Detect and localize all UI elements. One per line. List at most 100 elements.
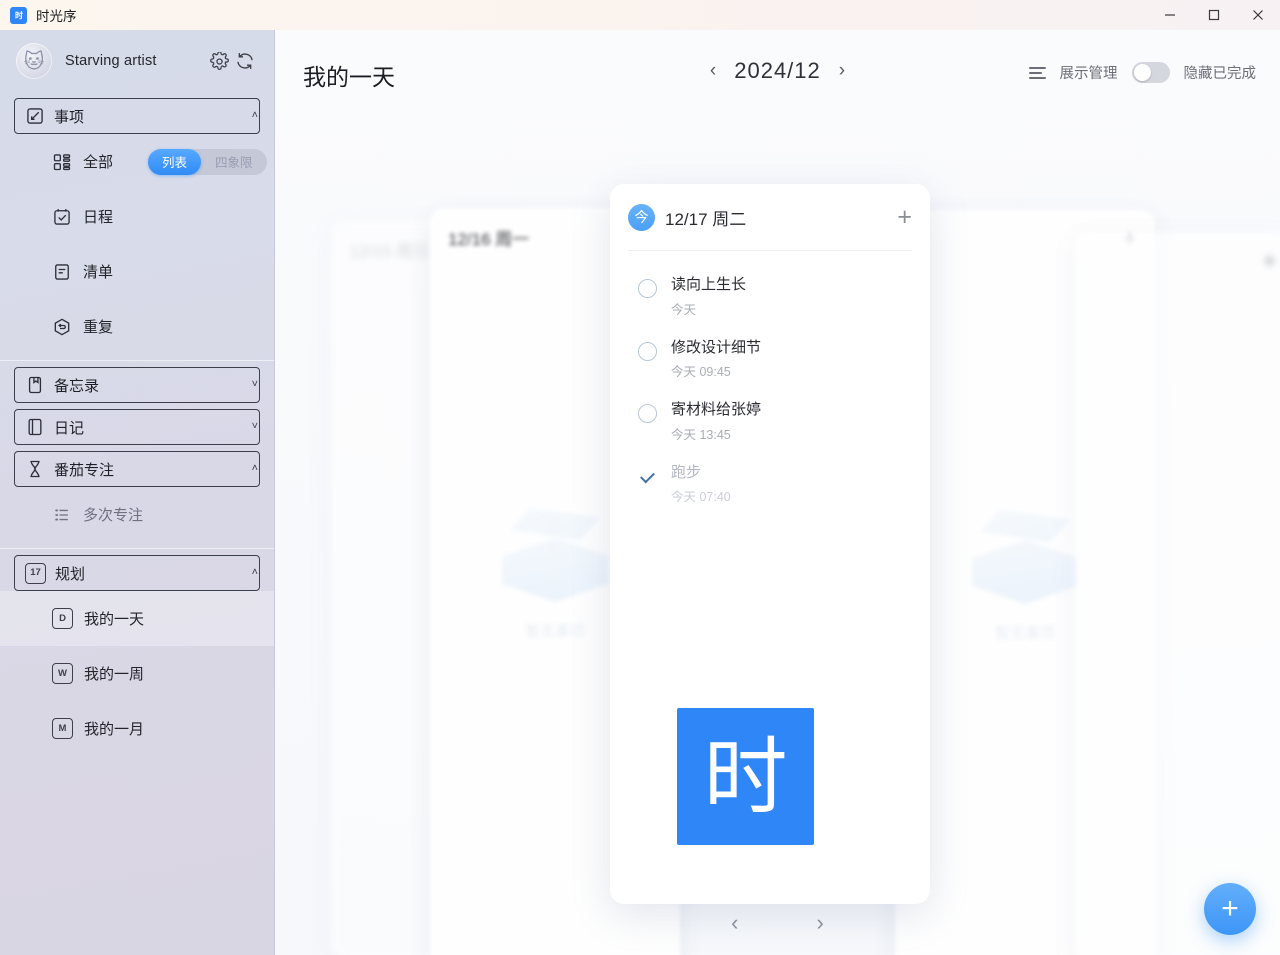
sidebar-item-my-week[interactable]: W 我的一周 [0,646,274,701]
sync-button[interactable] [232,48,258,74]
task-row[interactable]: 寄材料给张婷 今天 13:45 [610,390,930,453]
task-row[interactable]: 读向上生长 今天 [610,265,930,328]
task-meta: 今天 09:45 [671,365,731,379]
display-manage-button[interactable]: 展示管理 [1060,62,1118,83]
sidebar-item-schedule[interactable]: 日程 [0,189,274,244]
sidebar-item-label: 全部 [83,154,114,171]
day-cards-stage: 12/15 周日 12/16 周一 暂无事项 + 暂无事项 [275,122,1280,955]
task-row[interactable]: 修改设计细节 今天 09:45 [610,328,930,391]
toggle-knob [1133,64,1151,81]
day-card-date: 12/16 周一 [448,229,530,249]
header-tools: 展示管理 隐藏已完成 [1028,62,1257,83]
sidebar-group-header-pomodoro[interactable]: 番茄专注 [14,451,260,487]
main-content: 我的一天 ‹ 2024/12 › 展示管理 隐藏已完成 12/15 周日 12/… [275,30,1280,955]
sidebar-item-multi-focus[interactable]: 多次专注 [0,487,274,542]
chevron-down-icon-diary[interactable]: ˅ [252,421,258,433]
chevron-up-icon-pomodoro[interactable]: ˄ [252,463,258,475]
chevron-down-icon-memo[interactable]: ˅ [252,379,258,391]
sidebar-item-label: 我的一天 [84,611,145,628]
sidebar-group-label: 备忘录 [54,377,100,395]
username-label: Starving artist [65,53,157,69]
task-title: 修改设计细节 [671,338,762,356]
task-meta: 今天 [671,302,697,317]
letter-w-icon: W [52,663,73,684]
next-month-button[interactable]: › [839,60,845,82]
chevron-up-icon-tasks[interactable]: ˄ [252,110,258,122]
current-month-label: 2024/12 [734,58,821,83]
avatar[interactable]: 🐱 [16,43,52,79]
empty-box-icon [496,508,614,604]
sidebar-group-label: 事项 [54,108,85,126]
view-mode-list[interactable]: 列表 [148,148,202,175]
profile-row[interactable]: 🐱 Starving artist [0,30,274,92]
page-title: 我的一天 [303,64,395,90]
hide-completed-toggle[interactable] [1131,62,1170,83]
sidebar-group-header-planning[interactable]: 17 规划 [14,555,260,591]
empty-box-icon [966,510,1084,606]
day-card-header: + [1075,232,1280,290]
close-button[interactable] [1236,0,1280,30]
settings-button[interactable] [206,48,232,74]
day-card-date: 12/15 周日 [349,241,431,261]
sidebar-item-label: 多次专注 [83,507,144,524]
sidebar-group-header-tasks[interactable]: 事项 [14,98,260,134]
hide-completed-label: 隐藏已完成 [1183,66,1257,82]
sidebar-divider-2 [0,548,274,549]
scroll-prev-button[interactable]: ‹ [731,910,738,936]
sidebar-item-all[interactable]: 全部 列表 四象限 [0,134,274,189]
sidebar-item-label: 清单 [83,264,114,281]
sidebar-group-label: 日记 [54,419,85,437]
minimize-button[interactable] [1148,0,1192,30]
sidebar-group-diary: 日记 ˅ [0,409,274,445]
bullet-list-icon [55,509,68,520]
avatar-cat-icon: 🐱 [23,50,45,73]
task-checkmark-icon[interactable] [638,467,657,486]
add-task-icon[interactable]: + [1262,248,1277,274]
grid-icon [53,153,71,170]
task-checkbox[interactable] [638,279,657,298]
sidebar: 🐱 Starving artist 事项 ˄ 全部 列表 四象限 日程 清单 重… [0,30,275,955]
maximize-icon [1208,9,1220,21]
task-checkbox[interactable] [638,404,657,423]
sidebar-item-label: 重复 [83,319,114,336]
main-header: 我的一天 ‹ 2024/12 › 展示管理 隐藏已完成 [275,30,1280,122]
sidebar-item-my-month[interactable]: M 我的一月 [0,701,274,756]
scroll-next-button[interactable]: › [817,910,824,936]
day-card-12-17-active[interactable]: 今 12/17 周二 + 读向上生长 今天 修改设计细节 今天 09:45 寄材… [610,184,930,904]
view-mode-quadrant[interactable]: 四象限 [201,149,267,175]
list-icon [55,263,69,280]
sidebar-group-tasks: 事项 ˄ [0,98,274,134]
lines-icon[interactable] [1028,66,1046,79]
sidebar-item-label: 我的一月 [84,721,145,738]
task-row-completed[interactable]: 跑步 今天 07:40 [610,453,930,516]
add-task-button[interactable]: + [897,204,912,230]
letter-d-icon: D [52,608,73,629]
task-meta: 今天 13:45 [671,427,731,442]
refresh-icon [237,53,253,69]
prev-month-button[interactable]: ‹ [710,60,716,82]
task-title: 读向上生长 [671,276,747,293]
app-brand-glyph: 时 [703,727,788,826]
repeat-hex-icon [54,318,70,335]
sidebar-item-label: 我的一周 [84,666,145,683]
day-card-next-2[interactable]: + [1075,232,1280,955]
add-task-fab[interactable]: + [1204,883,1256,935]
view-mode-segmented[interactable]: 列表 四象限 [148,148,267,175]
task-note-icon [27,108,43,124]
chevron-up-icon-planning[interactable]: ˄ [252,567,258,579]
day-card-date: 12/17 周二 [665,209,747,229]
diary-icon [28,418,42,436]
task-meta: 今天 07:40 [671,490,731,504]
maximize-button[interactable] [1192,0,1236,30]
window-titlebar: 时 时光序 [0,0,1280,30]
month-navigator: ‹ 2024/12 › [710,58,845,84]
sidebar-group-header-memo[interactable]: 备忘录 [14,367,260,403]
calendar-17-icon: 17 [25,562,46,584]
sidebar-item-repeat[interactable]: 重复 [0,299,274,354]
sidebar-item-my-day[interactable]: D 我的一天 [0,591,274,646]
task-checkbox[interactable] [638,341,657,361]
sidebar-group-header-diary[interactable]: 日记 [14,409,260,445]
sidebar-item-checklist[interactable]: 清单 [0,244,274,299]
minimize-icon [1165,14,1175,16]
task-list: 读向上生长 今天 修改设计细节 今天 09:45 寄材料给张婷 今天 13:45… [610,251,930,515]
